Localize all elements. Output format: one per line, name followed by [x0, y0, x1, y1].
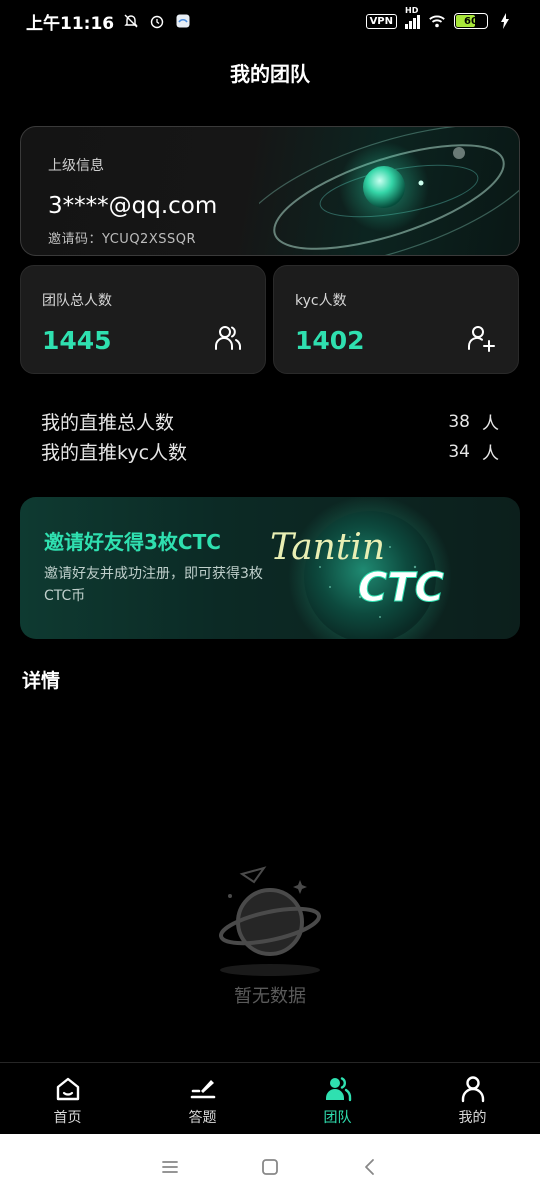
- direct-kyc-unit: 人: [482, 444, 499, 464]
- mute-bell-icon: [122, 12, 140, 30]
- home-icon: [56, 1077, 79, 1101]
- banner-description: 邀请好友并成功注册，即可获得3枚CTC币: [44, 566, 263, 604]
- team-total-card: 团队总人数 1445: [20, 265, 266, 374]
- battery-icon: 60: [454, 13, 488, 29]
- back-icon[interactable]: [360, 1157, 380, 1177]
- nav-item-team[interactable]: 团队: [270, 1063, 405, 1134]
- superior-info-card: 上级信息 3****@qq.com 邀请码：YCUQ2XSSQR: [20, 126, 520, 256]
- team-total-label: 团队总人数: [42, 293, 112, 309]
- status-bar: 上午11:16 VPN HD 60: [0, 0, 540, 42]
- superior-label: 上级信息: [48, 158, 104, 174]
- direct-total-row: 我的直推总人数 38 人: [41, 408, 499, 435]
- kyc-total-label: kyc人数: [295, 293, 347, 309]
- home-square-icon[interactable]: [260, 1157, 280, 1177]
- banner-title: 邀请好友得3枚CTC: [44, 530, 221, 554]
- nav-label-team: 团队: [323, 1110, 352, 1126]
- status-time: 上午11:16: [26, 13, 115, 34]
- nav-label-home: 首页: [53, 1110, 82, 1126]
- tantin-logo-text: Tantin: [270, 527, 385, 568]
- nav-item-quiz[interactable]: 答题: [135, 1063, 270, 1134]
- system-nav-bar: [0, 1134, 540, 1200]
- menu-icon[interactable]: [160, 1158, 180, 1176]
- direct-kyc-value: 34: [448, 441, 470, 462]
- empty-text: 暂无数据: [234, 986, 306, 1007]
- hd-label: HD: [405, 6, 419, 15]
- user-add-icon: [467, 326, 495, 352]
- charging-icon: [496, 12, 514, 30]
- direct-total-value: 38: [448, 411, 470, 432]
- direct-total-unit: 人: [482, 414, 499, 434]
- wifi-icon: [428, 12, 446, 30]
- alarm-icon: [148, 12, 166, 30]
- signal-icon: HD: [405, 6, 420, 29]
- invite-code: 邀请码：YCUQ2XSSQR: [48, 232, 197, 247]
- direct-total-label: 我的直推总人数: [41, 412, 175, 434]
- team-icon: [325, 1077, 351, 1102]
- app-notification-icon: [174, 12, 192, 30]
- direct-kyc-row: 我的直推kyc人数 34 人: [41, 438, 499, 465]
- nav-item-profile[interactable]: 我的: [405, 1063, 540, 1134]
- empty-planet-icon: [219, 866, 321, 976]
- nav-label-profile: 我的: [458, 1110, 487, 1126]
- empty-state: 暂无数据: [200, 860, 340, 1010]
- users-icon: [215, 326, 241, 350]
- quiz-icon: [190, 1080, 215, 1099]
- team-total-value: 1445: [42, 326, 112, 355]
- nav-label-quiz: 答题: [188, 1110, 217, 1126]
- nav-item-home[interactable]: 首页: [0, 1063, 135, 1134]
- battery-level: 60: [464, 15, 478, 27]
- planet-illustration: [259, 127, 519, 255]
- ctc-logo-text: CTC: [358, 565, 444, 611]
- kyc-total-value: 1402: [295, 326, 365, 355]
- superior-email: 3****@qq.com: [48, 193, 218, 219]
- kyc-total-card: kyc人数 1402: [273, 265, 519, 374]
- direct-kyc-label: 我的直推kyc人数: [41, 442, 188, 464]
- page-title: 我的团队: [230, 62, 310, 86]
- profile-icon: [461, 1076, 484, 1103]
- details-heading: 详情: [22, 670, 61, 692]
- vpn-badge: VPN: [365, 13, 397, 29]
- ctc-coin-illustration: Tantin CTC: [270, 497, 452, 639]
- invite-banner[interactable]: Tantin CTC 邀请好友得3枚CTC 邀请好友并成功注册，即可获得3枚CT…: [20, 497, 520, 639]
- bottom-nav: 首页 答题 团队 我的: [0, 1062, 540, 1134]
